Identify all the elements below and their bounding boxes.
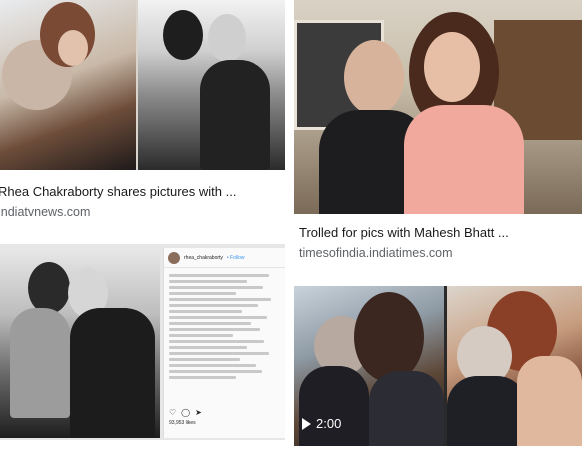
- video-duration: 2:00: [302, 416, 341, 431]
- comment-icon: ◯: [181, 408, 191, 417]
- heart-icon: ♡: [169, 408, 177, 417]
- photo: [0, 248, 160, 438]
- result-thumbnail[interactable]: [294, 0, 582, 214]
- share-icon: ➤: [195, 408, 202, 417]
- duration-label: 2:00: [316, 416, 342, 431]
- result-source[interactable]: indiatvnews.com: [0, 205, 90, 219]
- image-result-card[interactable]: Rhea Chakraborty shares pictures with ..…: [0, 0, 285, 226]
- result-thumbnail[interactable]: rhea_chakraborty • Follow ♡ ◯ ➤ 93,953 l…: [0, 244, 285, 440]
- instagram-username: rhea_chakraborty: [184, 255, 223, 261]
- result-title[interactable]: Trolled for pics with Mahesh Bhatt ...: [299, 225, 509, 240]
- image-result-card[interactable]: Trolled for pics with Mahesh Bhatt ... t…: [294, 0, 582, 270]
- photo: [447, 286, 582, 446]
- instagram-follow-link: • Follow: [226, 255, 245, 261]
- instagram-post-panel: rhea_chakraborty • Follow ♡ ◯ ➤ 93,953 l…: [163, 248, 285, 438]
- photo: [138, 0, 285, 170]
- instagram-comments: [164, 268, 285, 385]
- result-thumbnail[interactable]: 2:00: [294, 286, 582, 446]
- play-icon: [302, 417, 311, 430]
- result-title[interactable]: Rhea Chakraborty shares pictures with ..…: [0, 184, 236, 199]
- result-source[interactable]: timesofindia.indiatimes.com: [299, 246, 453, 260]
- avatar: [168, 252, 180, 264]
- photo: [0, 0, 136, 170]
- image-result-card[interactable]: rhea_chakraborty • Follow ♡ ◯ ➤ 93,953 l…: [0, 244, 285, 444]
- instagram-likes: 93,953 likes: [169, 420, 196, 426]
- video-result-card[interactable]: 2:00: [294, 286, 582, 446]
- result-thumbnail[interactable]: [0, 0, 285, 170]
